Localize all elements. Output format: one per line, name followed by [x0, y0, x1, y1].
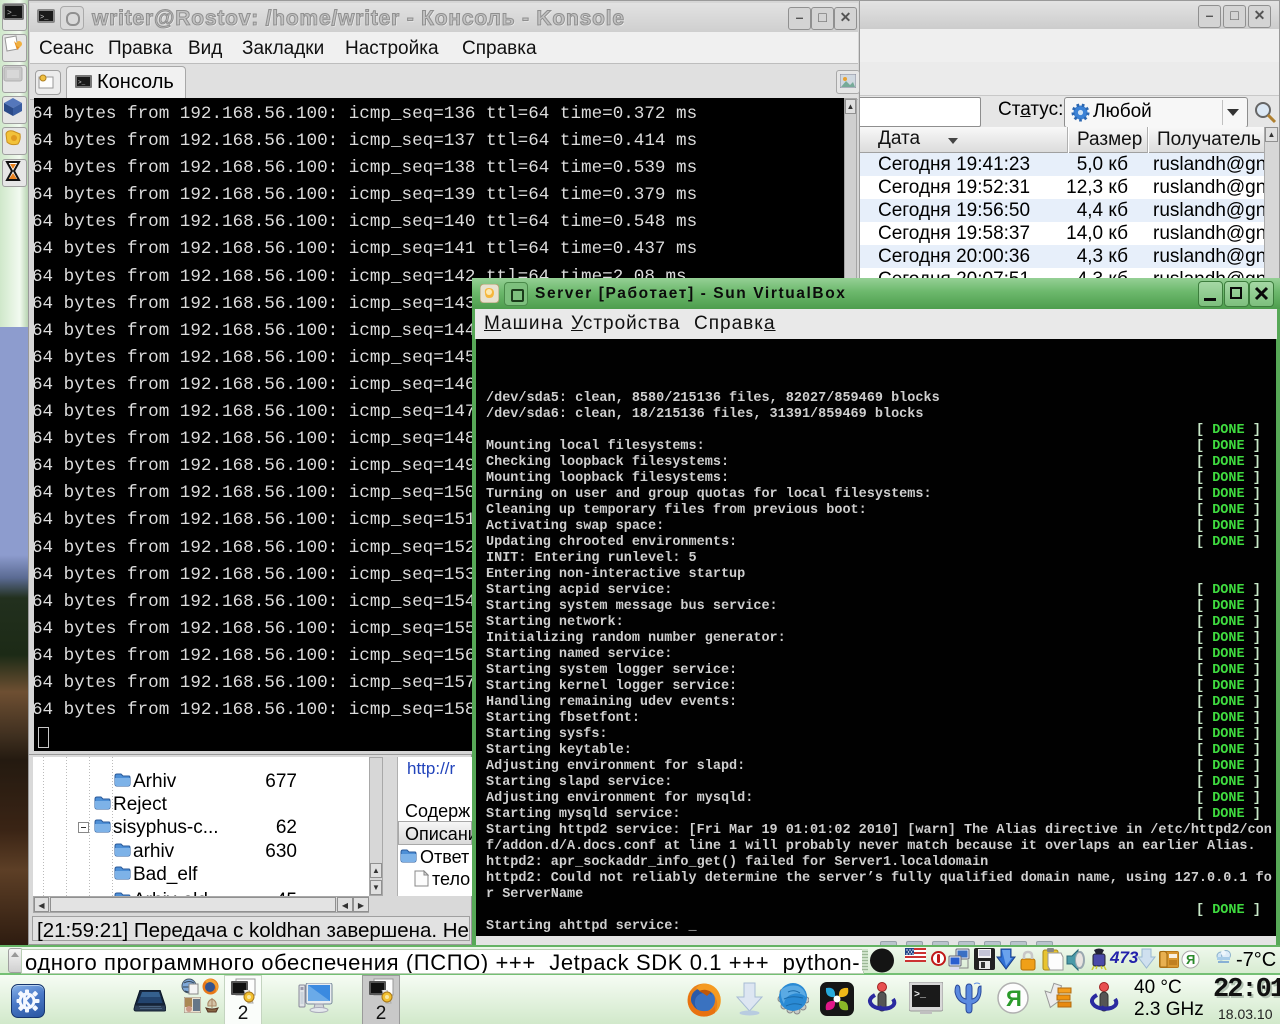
- svg-text:>_: >_: [78, 79, 86, 86]
- svg-text:Я: Я: [1186, 952, 1195, 967]
- svg-text:>_: >_: [7, 9, 17, 18]
- svg-text:>_: >_: [914, 990, 927, 1001]
- svg-text:>_: >_: [40, 14, 49, 22]
- svg-text:Я: Я: [1006, 986, 1022, 1011]
